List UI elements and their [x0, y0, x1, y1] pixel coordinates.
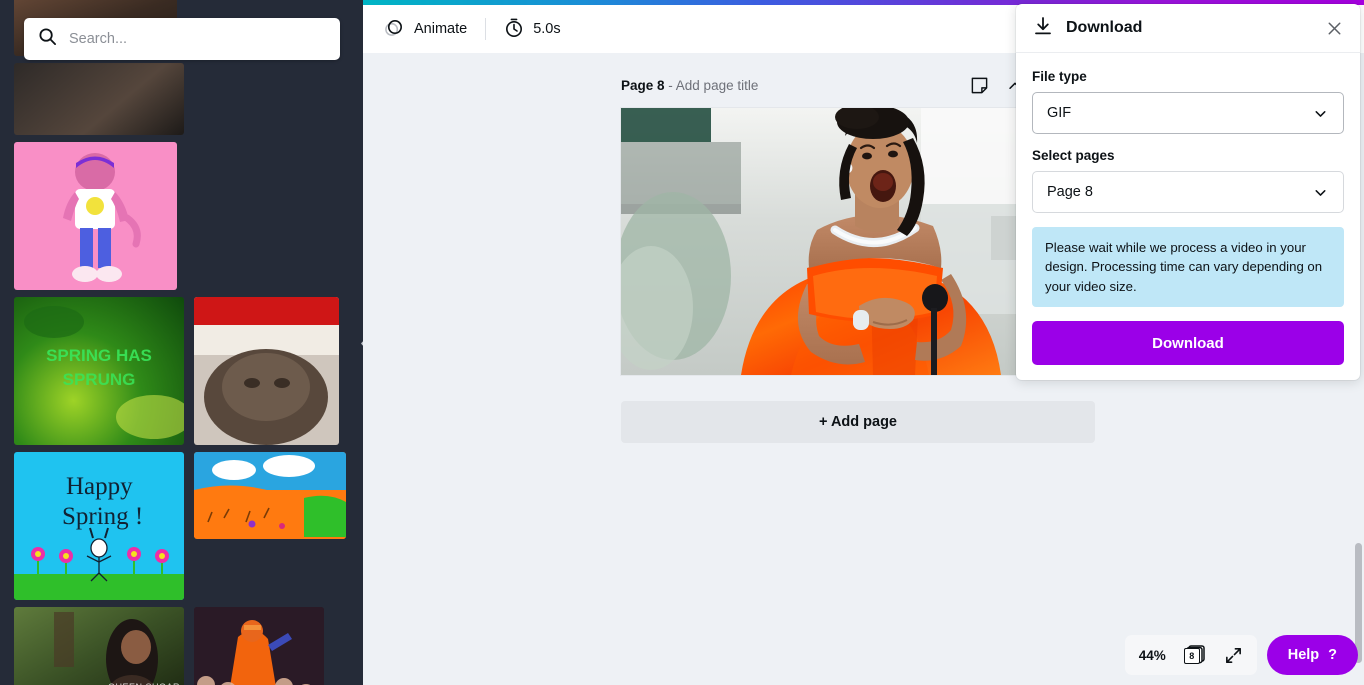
- help-label: Help: [1287, 647, 1320, 663]
- thumbnail-image: QUEEN SUGAR: [14, 607, 184, 685]
- list-item[interactable]: QUEEN SUGAR: [14, 607, 184, 685]
- duration-button[interactable]: 5.0s: [494, 11, 570, 48]
- file-type-select[interactable]: GIF: [1032, 92, 1344, 134]
- search-icon: [38, 27, 57, 51]
- list-item[interactable]: [194, 452, 346, 539]
- list-item[interactable]: SPRING HAS SPRUNG: [14, 297, 184, 445]
- list-item[interactable]: [14, 63, 184, 135]
- search-input[interactable]: [69, 31, 326, 47]
- svg-text:SPRUNG: SPRUNG: [63, 370, 136, 389]
- list-item[interactable]: [194, 607, 324, 685]
- download-panel-title: Download: [1066, 19, 1143, 36]
- processing-notice: Please wait while we process a video in …: [1032, 227, 1344, 308]
- thumbnail-image: SPRING HAS SPRUNG: [14, 297, 184, 445]
- animate-label: Animate: [414, 21, 468, 37]
- svg-text:Happy: Happy: [66, 473, 133, 500]
- chevron-left-icon: [360, 337, 363, 355]
- svg-text:Spring !: Spring !: [62, 503, 143, 530]
- page-count-label: 8: [1183, 647, 1200, 664]
- close-icon[interactable]: [1325, 19, 1344, 38]
- download-arrow-icon: [1032, 15, 1054, 42]
- list-item[interactable]: [14, 142, 177, 290]
- chevron-down-icon: [1312, 184, 1329, 201]
- select-pages-label: Select pages: [1032, 148, 1115, 163]
- stopwatch-icon: [504, 17, 524, 42]
- thumbnail-image: [194, 452, 346, 539]
- expand-arrows-icon[interactable]: [1224, 646, 1243, 665]
- file-type-label: File type: [1032, 69, 1087, 84]
- list-item[interactable]: [194, 297, 339, 445]
- list-item[interactable]: Happy Spring !: [14, 452, 184, 600]
- download-panel-body: File type GIF Select pages Page 8 Please…: [1016, 53, 1360, 381]
- thumbnail-image: [194, 607, 324, 685]
- select-pages-select[interactable]: Page 8: [1032, 171, 1344, 213]
- animate-circles-icon: [384, 17, 405, 42]
- thumbnail-image: [194, 297, 339, 445]
- thumbnail-image: [14, 142, 177, 290]
- download-panel-header: Download: [1016, 4, 1360, 53]
- zoom-controls: 44% 8: [1124, 635, 1257, 675]
- thumbnail-grid: SPRING HAS SPRUNG Happy Spring !: [14, 0, 350, 685]
- thumbnail-image: [14, 63, 184, 135]
- bottom-controls: 44% 8 Help ?: [1124, 635, 1358, 675]
- page-manager-icon[interactable]: 8: [1183, 644, 1206, 666]
- page-title-prefix: Page 8: [621, 78, 665, 93]
- sticky-note-icon[interactable]: [970, 76, 989, 95]
- duration-label: 5.0s: [533, 21, 561, 37]
- download-button[interactable]: Download: [1032, 321, 1344, 366]
- toolbar-divider: [485, 18, 487, 40]
- download-panel: Download File type GIF Select pages Page…: [1016, 4, 1360, 380]
- search-bar[interactable]: [24, 18, 340, 60]
- page-title[interactable]: Page 8 - Add page title: [621, 78, 758, 93]
- add-page-button[interactable]: + Add page: [621, 401, 1095, 443]
- svg-text:SPRING HAS: SPRING HAS: [46, 346, 152, 365]
- sidebar-collapse-handle[interactable]: [355, 313, 363, 379]
- help-button[interactable]: Help ?: [1266, 635, 1358, 675]
- chevron-down-icon: [1312, 105, 1329, 122]
- thumbnail-image: Happy Spring !: [14, 452, 184, 600]
- animate-button[interactable]: Animate: [374, 11, 477, 48]
- zoom-level[interactable]: 44%: [1139, 648, 1166, 663]
- media-sidebar: SPRING HAS SPRUNG Happy Spring ! Search.…: [0, 0, 363, 685]
- file-type-value: GIF: [1047, 105, 1072, 121]
- select-pages-value: Page 8: [1047, 184, 1093, 200]
- page-title-suffix: - Add page title: [664, 78, 759, 93]
- question-mark-icon: ?: [1328, 647, 1337, 663]
